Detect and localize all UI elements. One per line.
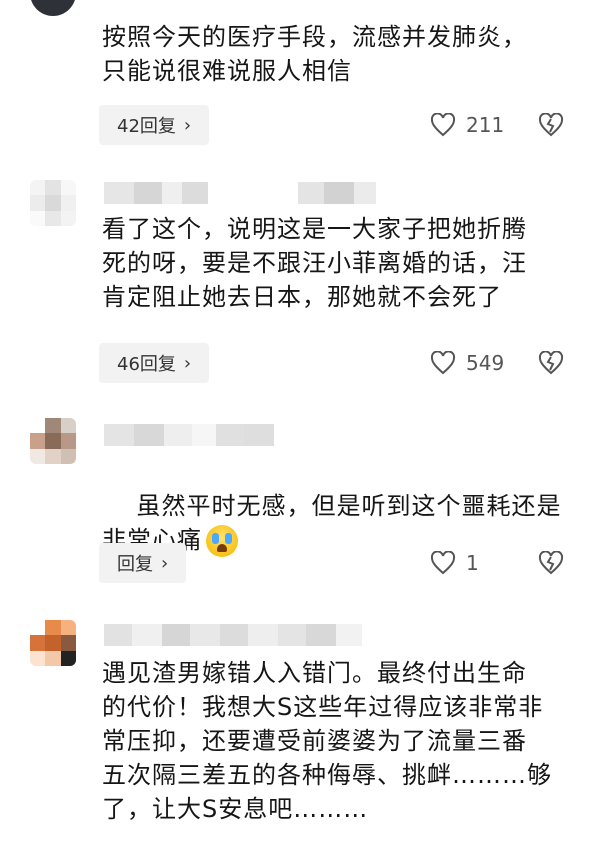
broken-heart-icon <box>538 551 564 575</box>
like-button[interactable]: 1 <box>430 551 479 575</box>
loudly-crying-face-icon <box>206 525 238 557</box>
username-blurred[interactable] <box>104 182 376 204</box>
avatar[interactable] <box>30 0 76 16</box>
broken-heart-icon <box>538 351 564 375</box>
comment-text: 看了这个，说明这是一大家子把她折腾 死的呀，要是不跟汪小菲离婚的话，汪 肯定阻止… <box>102 215 527 311</box>
avatar[interactable] <box>30 180 76 226</box>
avatar[interactable] <box>30 620 76 666</box>
dislike-button[interactable] <box>538 551 564 575</box>
chevron-right-icon: › <box>183 114 192 136</box>
reply-label: 42回复 <box>117 116 176 137</box>
like-button[interactable]: 549 <box>430 351 504 375</box>
chevron-right-icon: › <box>161 552 169 574</box>
comment-text: 遇见渣男嫁错人入错门。最终付出生命 的代价！我想大S这些年过得应该非常非 常压抑… <box>102 659 552 823</box>
dislike-button[interactable] <box>538 113 564 137</box>
username-blurred[interactable] <box>104 424 274 446</box>
username-blurred[interactable] <box>104 624 362 646</box>
reply-button[interactable]: 42回复 › <box>99 105 210 145</box>
reply-label: 回复 <box>117 554 153 575</box>
like-count: 1 <box>466 551 479 575</box>
comment-text: 按照今天的医疗手段，流感并发肺炎， 只能说很难说服人相信 <box>102 23 527 85</box>
like-button[interactable]: 211 <box>430 113 504 137</box>
reply-label: 46回复 <box>117 354 176 375</box>
like-count: 549 <box>466 351 505 375</box>
heart-outline-icon <box>430 551 456 575</box>
dislike-button[interactable] <box>538 351 564 375</box>
avatar[interactable] <box>30 418 76 464</box>
reply-button[interactable]: 46回复 › <box>99 343 210 383</box>
like-count: 211 <box>466 113 505 137</box>
heart-outline-icon <box>430 351 456 375</box>
broken-heart-icon <box>538 113 564 137</box>
chevron-right-icon: › <box>183 352 192 374</box>
heart-outline-icon <box>430 113 456 137</box>
reply-button[interactable]: 回复 › <box>99 543 187 583</box>
